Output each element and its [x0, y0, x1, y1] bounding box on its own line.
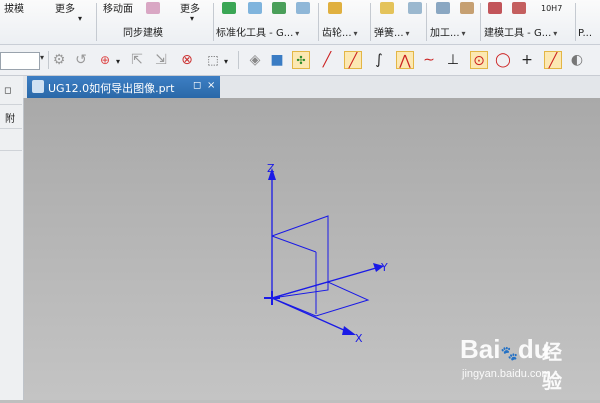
ribbon-separator: [575, 3, 576, 41]
ribbon-separator: [318, 3, 319, 41]
group-dropdown-arrow[interactable]: ▾: [462, 29, 466, 38]
move-face-icon[interactable]: [146, 2, 160, 14]
paw-icon: 🐾: [500, 345, 518, 361]
row-divider: [0, 128, 22, 129]
machining-icon-2[interactable]: [460, 2, 474, 14]
baidu-watermark: Bai🐾du 经验 jingyan.baidu.com: [460, 334, 580, 393]
point-dropdown[interactable]: ▾: [116, 57, 120, 66]
group-spring[interactable]: 弹簧... ▾: [374, 25, 410, 43]
spring-icon[interactable]: [380, 2, 394, 14]
rect-select-icon[interactable]: ⬚: [204, 51, 222, 69]
tolerance-label[interactable]: 10H7: [541, 4, 562, 13]
point-on-curve-icon[interactable]: ⋀: [396, 51, 414, 69]
group-machining[interactable]: 加工... ▾: [430, 25, 466, 43]
close-tab-icon[interactable]: ×: [207, 80, 215, 91]
group-dropdown-arrow[interactable]: ▾: [553, 29, 557, 38]
ribbon: 拔模 更多 ▾ 移动面 更多 ▾ 10H7 同步建模 标准化工具 - G... ▾…: [0, 0, 600, 45]
group-label: 标准化工具 - G...: [216, 28, 294, 39]
box-select-icon[interactable]: ⊗: [178, 51, 196, 69]
group-label: 建模工具 - G...: [484, 28, 552, 39]
group-label: 同步建模: [123, 28, 163, 39]
toolbar-separator: [238, 51, 239, 69]
y-axis-label: Y: [380, 261, 388, 274]
ribbon-separator: [480, 3, 481, 41]
plane-edge: [271, 235, 317, 253]
machining-icon[interactable]: [436, 2, 450, 14]
undo-icon[interactable]: ↺: [72, 51, 90, 69]
part-file-icon: [32, 80, 44, 93]
draft-label[interactable]: 拔模: [4, 0, 24, 15]
xz-plane: [271, 215, 329, 299]
snap-icon[interactable]: ⚙: [50, 51, 68, 69]
modeling-tool-icon-2[interactable]: [512, 2, 526, 14]
rect-select-dropdown[interactable]: ▾: [224, 57, 228, 66]
baidu-url: jingyan.baidu.com: [462, 368, 551, 380]
gear-icon[interactable]: [328, 2, 342, 14]
move-icon[interactable]: ⇱: [128, 51, 146, 69]
solid-cube-icon[interactable]: ■: [268, 51, 286, 69]
more-dropdown-2[interactable]: ▾: [190, 14, 194, 23]
diagonal-icon[interactable]: ╱: [544, 51, 562, 69]
snap-points-icon[interactable]: ✣: [292, 51, 310, 69]
group-label: 齿轮...: [322, 28, 352, 39]
restore-icon[interactable]: ◻: [4, 86, 11, 96]
group-p[interactable]: P...: [578, 25, 592, 43]
ribbon-separator: [426, 3, 427, 41]
standard-tool-icon-4[interactable]: [296, 2, 310, 14]
document-tab[interactable]: UG12.0如何导出图像.prt ◻ ×: [27, 76, 220, 98]
baidu-jingyan-text: 经验: [542, 340, 562, 393]
baidu-logo-text: Bai: [460, 334, 501, 364]
spline-icon[interactable]: ∼: [420, 51, 438, 69]
type-filter-combo[interactable]: [0, 52, 40, 70]
row-divider: [0, 150, 22, 151]
selection-toolbar: ▾ ⚙ ↺ ⊕ ▾ ⇱ ⇲ ⊗ ⬚ ▾ ◈ ■ ✣ ╱ ╱ ∫ ⋀ ∼ ⊥ ⊙ …: [0, 45, 600, 76]
group-standard-tools[interactable]: 标准化工具 - G... ▾: [216, 25, 299, 43]
cross-icon[interactable]: +: [518, 51, 536, 69]
ribbon-separator: [96, 3, 97, 41]
select-icon[interactable]: ⇲: [152, 51, 170, 69]
column-header: 附: [5, 114, 15, 125]
group-modeling-tools[interactable]: 建模工具 - G... ▾: [484, 25, 557, 43]
move-face-label[interactable]: 移动面: [103, 0, 133, 15]
modeling-tool-icon[interactable]: [488, 2, 502, 14]
xy-plane: [270, 281, 370, 317]
row-divider: [0, 104, 22, 105]
group-label: 弹簧...: [374, 28, 404, 39]
baidu-logo: Bai🐾du: [460, 334, 550, 365]
line2-icon[interactable]: ╱: [344, 51, 362, 69]
group-label: 加工...: [430, 28, 460, 39]
group-dropdown-arrow[interactable]: ▾: [406, 29, 410, 38]
x-axis-label: X: [355, 332, 363, 345]
line-icon[interactable]: ╱: [318, 51, 336, 69]
toolbar-separator: [48, 51, 49, 69]
type-filter-dropdown[interactable]: ▾: [40, 53, 44, 62]
z-axis-label: Z: [267, 162, 275, 175]
left-panel: ◻ 附: [0, 76, 24, 400]
curve-icon[interactable]: ∫: [370, 51, 388, 69]
group-gear[interactable]: 齿轮... ▾: [322, 25, 358, 43]
group-sync-modeling[interactable]: 同步建模: [123, 25, 163, 43]
more-label-1[interactable]: 更多: [55, 0, 75, 15]
standard-tool-icon-3[interactable]: [272, 2, 286, 14]
ribbon-separator: [213, 3, 214, 41]
document-tab-title: UG12.0如何导出图像.prt: [48, 82, 175, 95]
sphere-icon[interactable]: ◐: [568, 51, 586, 69]
standard-tool-icon-2[interactable]: [248, 2, 262, 14]
circle-icon[interactable]: ◯: [494, 51, 512, 69]
more-label-2[interactable]: 更多: [180, 0, 200, 15]
point-icon[interactable]: ⊕: [96, 51, 114, 69]
restore-tab-icon[interactable]: ◻: [193, 80, 201, 91]
spring-icon-2[interactable]: [408, 2, 422, 14]
tangent-icon[interactable]: ⊥: [444, 51, 462, 69]
arc-center-icon[interactable]: ⊙: [470, 51, 488, 69]
more-dropdown-1[interactable]: ▾: [78, 14, 82, 23]
x-axis-arrow: [342, 326, 356, 335]
ribbon-separator: [370, 3, 371, 41]
group-dropdown-arrow[interactable]: ▾: [354, 29, 358, 38]
group-label: P...: [578, 28, 593, 39]
shaded-cube-icon[interactable]: ◈: [246, 51, 264, 69]
group-dropdown-arrow[interactable]: ▾: [295, 29, 299, 38]
standard-tool-icon[interactable]: [222, 2, 236, 14]
